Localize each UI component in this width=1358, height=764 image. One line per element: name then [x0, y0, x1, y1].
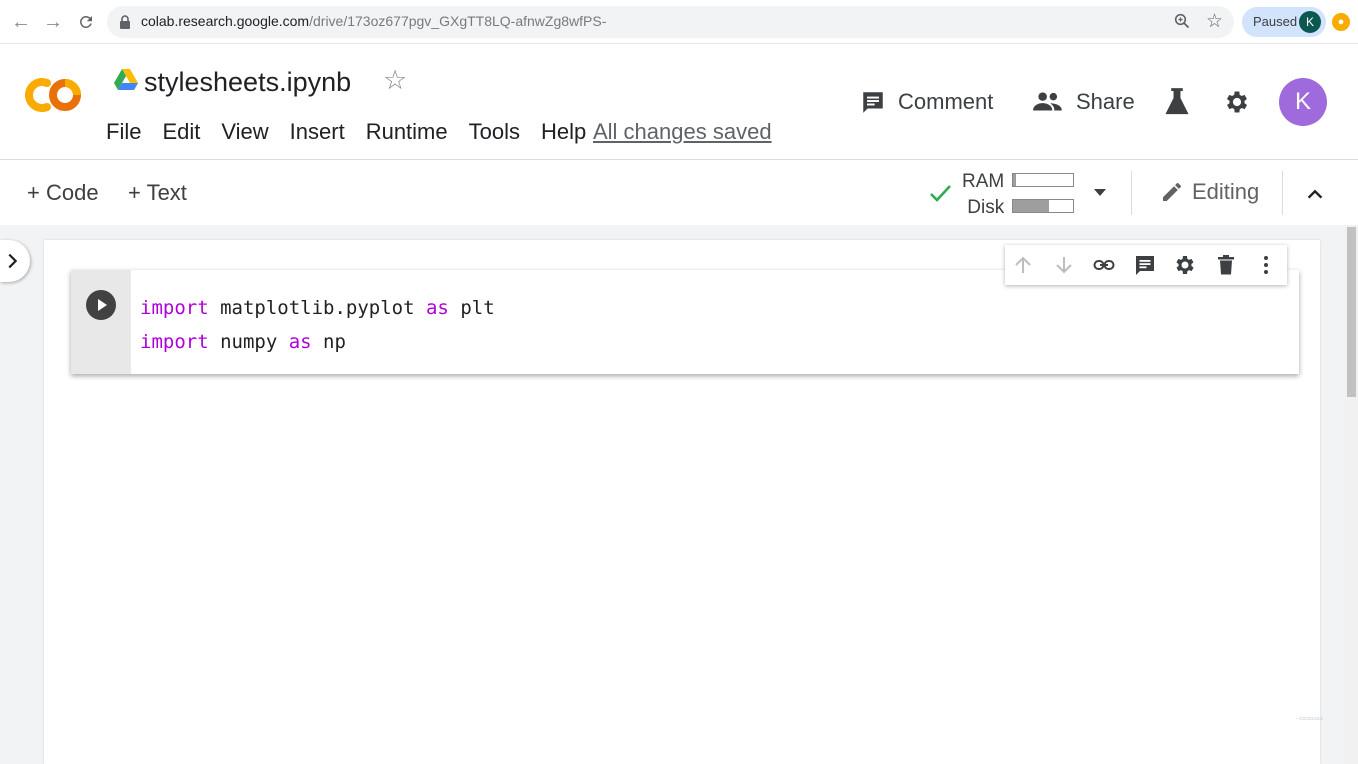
colab-logo[interactable]: [20, 73, 84, 122]
comment-label: Comment: [898, 89, 994, 114]
code-line: import matplotlib.pyplot as plt: [140, 291, 495, 325]
profile-status: Paused: [1253, 14, 1298, 29]
settings-gear-icon[interactable]: [1223, 88, 1251, 121]
menu-insert[interactable]: Insert: [290, 119, 345, 145]
colab-header: stylesheets.ipynb ☆ File Edit View Inser…: [0, 45, 1358, 160]
scrollbar[interactable]: [1345, 225, 1358, 764]
profile-avatar: K: [1299, 11, 1321, 33]
disk-label: Disk: [967, 197, 1005, 218]
account-avatar[interactable]: K: [1279, 78, 1327, 126]
notebook-title[interactable]: stylesheets.ipynb: [144, 67, 351, 98]
url-text: colab.research.google.com/drive/173oz677…: [141, 13, 607, 29]
add-text-button[interactable]: + Text: [128, 180, 187, 206]
cell-gutter: [71, 270, 131, 374]
share-label: Share: [1076, 89, 1135, 114]
ram-usage-fill: [1013, 174, 1016, 186]
code-keyword: as: [425, 297, 449, 319]
google-drive-icon[interactable]: [114, 69, 138, 96]
back-arrow-icon[interactable]: ←: [9, 10, 33, 34]
code-editor[interactable]: import matplotlib.pyplot as plt import nu…: [140, 291, 495, 359]
code-token: plt: [448, 297, 495, 319]
menu-file[interactable]: File: [106, 119, 141, 145]
menu-runtime[interactable]: Runtime: [366, 119, 448, 145]
menu-view[interactable]: View: [221, 119, 268, 145]
profile-button[interactable]: Paused K: [1242, 7, 1326, 37]
watermark-logo: ◦ ▭▭▭▭▭: [1296, 716, 1323, 722]
disk-usage-bar: [1012, 199, 1074, 213]
collapse-header-icon[interactable]: [1304, 183, 1326, 210]
code-line: import numpy as np: [140, 325, 495, 359]
people-icon: [1033, 92, 1062, 111]
extension-icon[interactable]: ●: [1332, 13, 1350, 31]
reload-icon[interactable]: [74, 10, 98, 34]
chevron-right-icon: [8, 253, 18, 269]
code-keyword: import: [140, 331, 209, 353]
connected-check-icon: [928, 181, 952, 210]
link-icon[interactable]: [1092, 253, 1116, 277]
notebook-toolbar: + Code + Text RAM Disk Editing: [0, 161, 1358, 225]
bookmark-star-icon[interactable]: ☆: [1206, 10, 1223, 33]
code-keyword: import: [140, 297, 209, 319]
code-token: np: [311, 331, 346, 353]
code-cell[interactable]: import matplotlib.pyplot as plt import nu…: [71, 270, 1299, 374]
browser-toolbar: ← → colab.research.google.com/drive/173o…: [0, 0, 1358, 44]
star-icon[interactable]: ☆: [383, 65, 407, 96]
code-keyword: as: [288, 331, 312, 353]
menu-tools[interactable]: Tools: [469, 119, 520, 145]
menu-help[interactable]: Help: [541, 119, 586, 145]
code-token: matplotlib.pyplot: [208, 297, 426, 319]
flask-icon[interactable]: [1163, 87, 1191, 122]
editing-label: Editing: [1192, 179, 1260, 204]
ram-usage-bar: [1012, 173, 1074, 187]
scrollbar-thumb[interactable]: [1347, 227, 1356, 397]
more-options-icon[interactable]: [1254, 253, 1278, 277]
run-cell-button[interactable]: [86, 290, 116, 320]
resource-labels[interactable]: RAM Disk: [962, 169, 1004, 221]
forward-arrow-icon[interactable]: →: [41, 10, 65, 34]
runtime-dropdown-icon[interactable]: [1094, 189, 1106, 196]
divider: [1131, 171, 1132, 215]
cell-settings-gear-icon[interactable]: [1173, 253, 1197, 277]
save-status[interactable]: All changes saved: [593, 119, 772, 145]
editing-mode-button[interactable]: Editing: [1160, 179, 1259, 205]
pencil-icon: [1163, 182, 1181, 201]
move-down-arrow-icon[interactable]: [1052, 253, 1076, 277]
delete-trash-icon[interactable]: [1214, 253, 1238, 277]
share-button[interactable]: Share: [1032, 89, 1135, 115]
code-token: numpy: [208, 331, 289, 353]
menu-bar: File Edit View Insert Runtime Tools Help: [106, 119, 607, 145]
lock-icon: [119, 15, 131, 34]
move-up-arrow-icon[interactable]: [1011, 253, 1035, 277]
address-bar[interactable]: colab.research.google.com/drive/173oz677…: [107, 6, 1234, 38]
add-code-button[interactable]: + Code: [27, 180, 99, 206]
menu-edit[interactable]: Edit: [162, 119, 200, 145]
cell-toolbar: [1005, 245, 1287, 285]
comment-button[interactable]: Comment: [860, 89, 993, 115]
zoom-icon[interactable]: [1174, 13, 1190, 34]
disk-usage-fill: [1013, 200, 1049, 212]
comment-icon: [863, 92, 883, 113]
comment-icon[interactable]: [1133, 253, 1157, 277]
divider: [1282, 171, 1283, 215]
ram-label: RAM: [962, 171, 1005, 192]
